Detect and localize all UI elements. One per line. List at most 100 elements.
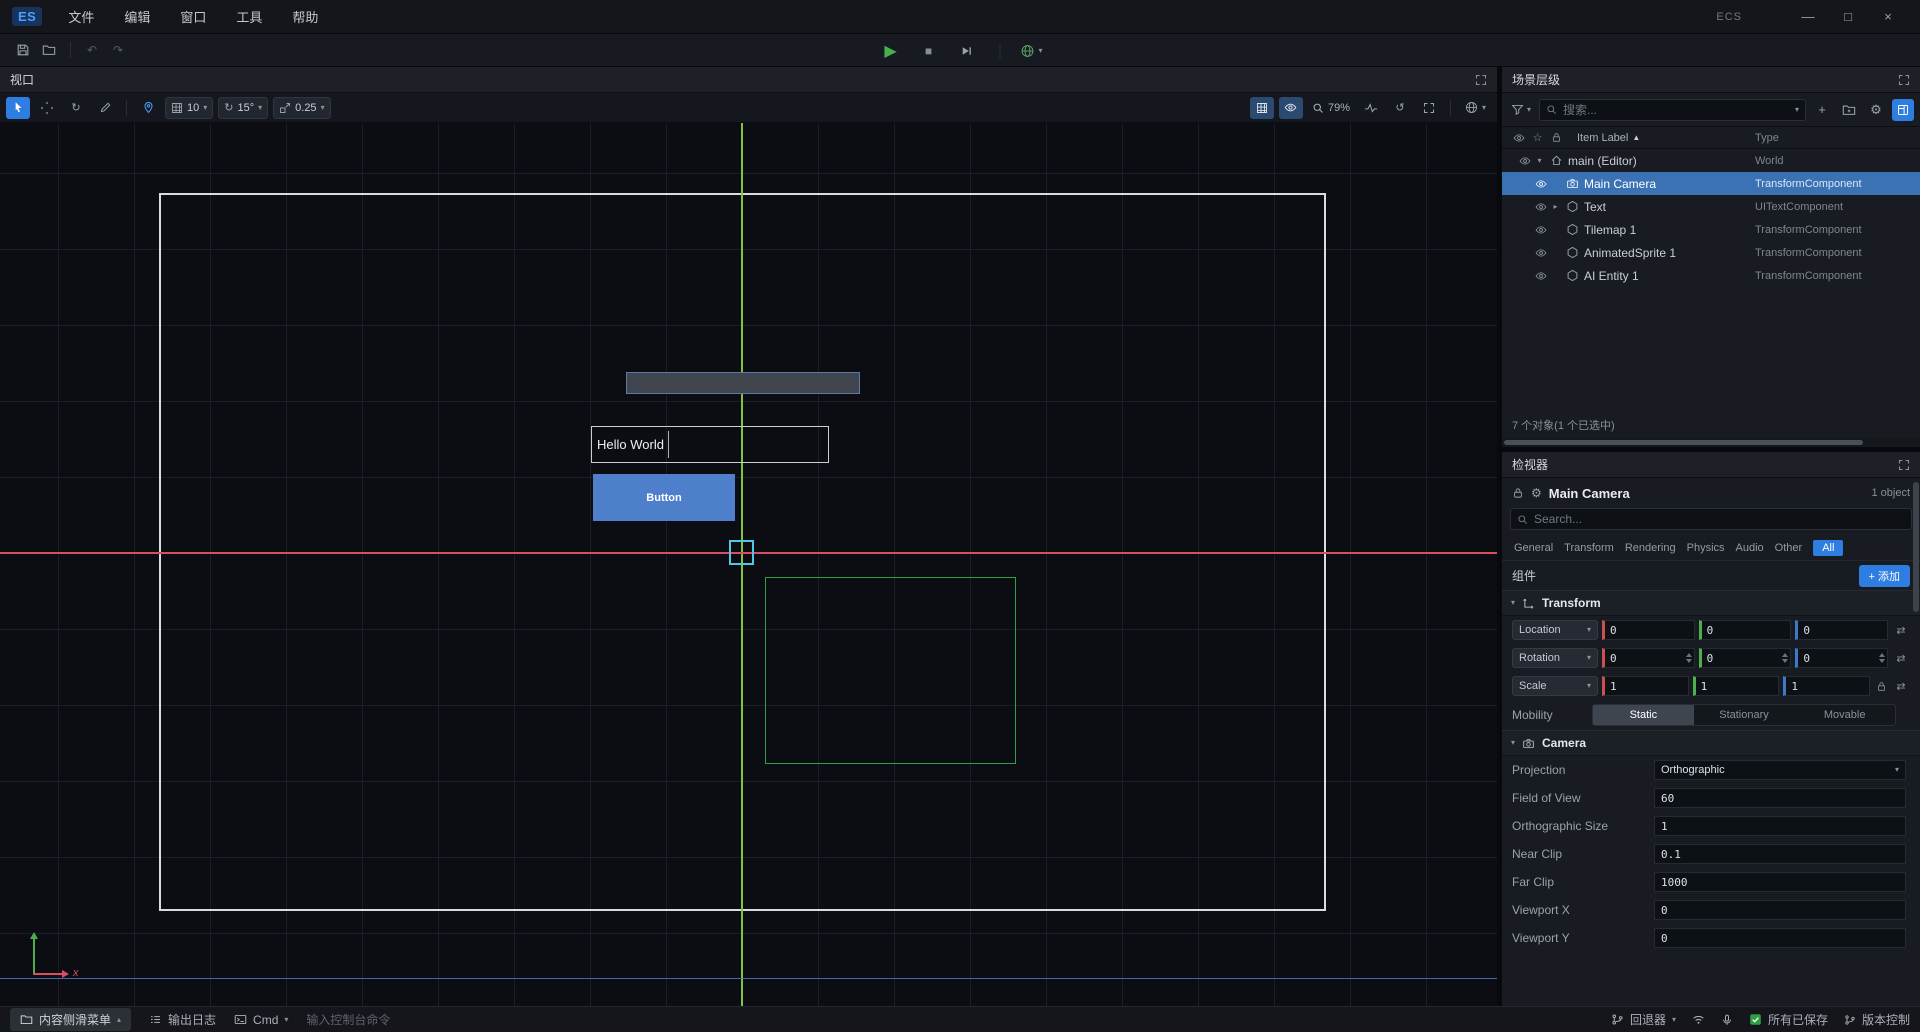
hierarchy-settings-button[interactable]: ⚙ <box>1865 99 1887 121</box>
reset-link-icon[interactable]: ⇄ <box>1892 652 1910 665</box>
menu-file[interactable]: 文件 <box>68 7 94 26</box>
tree-row-tilemap[interactable]: Tilemap 1 TransformComponent <box>1502 218 1920 241</box>
rotation-dropdown[interactable]: Rotation ▾ <box>1512 648 1598 668</box>
stepper-icons[interactable] <box>1879 653 1885 663</box>
visibility-eye-icon[interactable] <box>1516 155 1533 167</box>
expand-caret-icon[interactable]: ▾ <box>1533 156 1546 165</box>
select-tool-button[interactable] <box>6 97 30 119</box>
new-folder-button[interactable] <box>1838 99 1860 121</box>
step-button[interactable] <box>953 39 979 63</box>
panel-layout-button[interactable] <box>1892 99 1914 121</box>
lock-icon[interactable] <box>1512 487 1524 499</box>
camera-section-header[interactable]: ▾ Camera <box>1502 730 1920 756</box>
inspector-search-input[interactable]: Search... <box>1510 508 1912 530</box>
move-tool-button[interactable] <box>35 97 59 119</box>
zoom-indicator[interactable]: 79% <box>1308 102 1354 114</box>
content-drawer-button[interactable]: 内容侧滑菜单 ▴ <box>10 1008 131 1031</box>
far-clip-input[interactable]: 1000 <box>1654 872 1906 892</box>
save-button[interactable] <box>10 38 36 62</box>
mobility-static-button[interactable]: Static <box>1593 705 1694 725</box>
stepper-icons[interactable] <box>1782 653 1788 663</box>
rotation-snap-dropdown[interactable]: ↻ 15° ▾ <box>218 97 268 119</box>
add-component-button[interactable]: + 添加 <box>1859 565 1910 587</box>
visibility-eye-icon[interactable] <box>1532 178 1549 190</box>
reset-link-icon[interactable]: ⇄ <box>1892 680 1910 693</box>
scale-z-field[interactable]: 1 <box>1783 676 1870 696</box>
add-entity-button[interactable]: + <box>1811 99 1833 121</box>
visibility-toggle-button[interactable] <box>1279 97 1303 119</box>
tab-physics[interactable]: Physics <box>1687 542 1725 554</box>
near-clip-input[interactable]: 0.1 <box>1654 844 1906 864</box>
menu-window[interactable]: 窗口 <box>180 7 206 26</box>
projection-select[interactable]: Orthographic ▾ <box>1654 760 1906 780</box>
filter-button[interactable]: ▾ <box>1508 99 1534 121</box>
tab-other[interactable]: Other <box>1775 542 1803 554</box>
hierarchy-search-input[interactable]: 搜索... ▾ <box>1539 99 1806 121</box>
location-x-field[interactable]: 0 <box>1602 620 1695 640</box>
scrollbar-thumb[interactable] <box>1504 440 1863 445</box>
location-y-field[interactable]: 0 <box>1699 620 1792 640</box>
lock-column-icon[interactable] <box>1548 132 1565 143</box>
location-dropdown[interactable]: Location ▾ <box>1512 620 1598 640</box>
expand-caret-icon[interactable]: ▸ <box>1549 202 1562 211</box>
menu-help[interactable]: 帮助 <box>292 7 318 26</box>
fullscreen-button[interactable] <box>1417 97 1441 119</box>
visibility-eye-icon[interactable] <box>1532 247 1549 259</box>
scale-x-field[interactable]: 1 <box>1602 676 1689 696</box>
stepper-icons[interactable] <box>1686 653 1692 663</box>
mobility-movable-button[interactable]: Movable <box>1794 705 1895 725</box>
visibility-eye-icon[interactable] <box>1532 224 1549 236</box>
transform-section-header[interactable]: ▾ Transform <box>1502 590 1920 616</box>
network-status-icon[interactable] <box>1692 1013 1705 1026</box>
play-button[interactable]: ▶ <box>877 39 903 63</box>
viewport-expand-icon[interactable] <box>1475 74 1487 86</box>
inspector-expand-icon[interactable] <box>1898 459 1910 471</box>
edit-tool-button[interactable] <box>93 97 117 119</box>
menu-edit[interactable]: 编辑 <box>124 7 150 26</box>
menu-tools[interactable]: 工具 <box>236 7 262 26</box>
tree-row-ai-entity[interactable]: AI Entity 1 TransformComponent <box>1502 264 1920 287</box>
tree-row-text[interactable]: ▸ Text UITextComponent <box>1502 195 1920 218</box>
type-column-header[interactable]: Type <box>1755 132 1779 144</box>
stats-pulse-button[interactable] <box>1359 97 1383 119</box>
version-control-button[interactable]: 版本控制 <box>1844 1011 1910 1028</box>
viewport-y-input[interactable]: 0 <box>1654 928 1906 948</box>
save-status-indicator[interactable]: 所有已保存 <box>1749 1011 1828 1028</box>
slider-widget[interactable] <box>626 372 860 394</box>
scene-canvas[interactable]: Hello World Button x <box>0 123 1497 1006</box>
scale-dropdown[interactable]: Scale ▾ <box>1512 676 1598 696</box>
viewport-x-input[interactable]: 0 <box>1654 900 1906 920</box>
selection-gizmo[interactable] <box>729 540 754 565</box>
reset-link-icon[interactable]: ⇄ <box>1892 624 1910 637</box>
stop-button[interactable]: ■ <box>915 39 941 63</box>
reset-view-button[interactable]: ↺ <box>1388 97 1412 119</box>
redo-button[interactable]: ↷ <box>105 38 131 62</box>
tab-audio[interactable]: Audio <box>1736 542 1764 554</box>
landmark-pin-button[interactable] <box>136 97 160 119</box>
open-folder-button[interactable] <box>36 38 62 62</box>
visibility-eye-icon[interactable] <box>1532 201 1549 213</box>
tree-row-main-editor[interactable]: ▾ main (Editor) World <box>1502 149 1920 172</box>
uniform-scale-lock-icon[interactable] <box>1874 681 1888 692</box>
tree-row-main-camera[interactable]: Main Camera TransformComponent <box>1502 172 1920 195</box>
text-widget[interactable]: Hello World <box>591 426 829 463</box>
output-log-button[interactable]: 输出日志 <box>149 1011 216 1028</box>
button-widget[interactable]: Button <box>593 474 735 521</box>
scale-y-field[interactable]: 1 <box>1693 676 1780 696</box>
rotation-z-field[interactable]: 0 <box>1795 648 1888 668</box>
visibility-eye-icon[interactable] <box>1532 270 1549 282</box>
platform-globe-dropdown[interactable]: ▾ <box>1020 39 1042 63</box>
hierarchy-horizontal-scrollbar[interactable] <box>1502 438 1920 447</box>
console-command-input[interactable]: 输入控制台命令 <box>306 1011 390 1028</box>
microphone-icon[interactable] <box>1721 1014 1733 1026</box>
hierarchy-expand-icon[interactable] <box>1898 74 1910 86</box>
history-dropdown[interactable]: 回退器 ▾ <box>1611 1011 1676 1028</box>
tab-general[interactable]: General <box>1514 542 1553 554</box>
visibility-column-eye-icon[interactable] <box>1510 132 1527 144</box>
scrollbar-thumb[interactable] <box>1913 482 1919 612</box>
undo-button[interactable]: ↶ <box>79 38 105 62</box>
tree-row-animatedsprite[interactable]: AnimatedSprite 1 TransformComponent <box>1502 241 1920 264</box>
field-of-view-input[interactable]: 60 <box>1654 788 1906 808</box>
minimize-button[interactable]: — <box>1788 9 1828 24</box>
tab-transform[interactable]: Transform <box>1564 542 1614 554</box>
